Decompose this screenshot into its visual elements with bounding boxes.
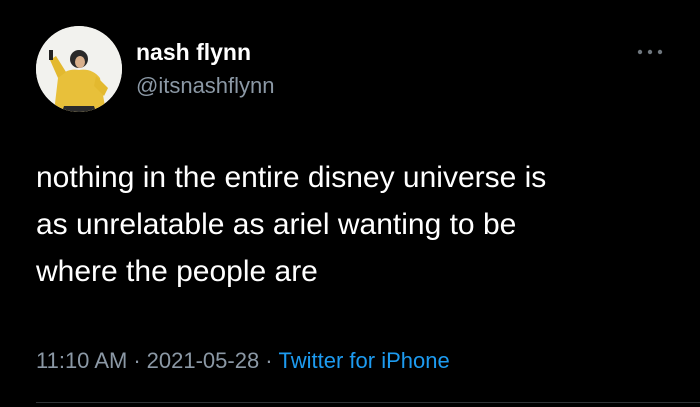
tweet-text-line: where the people are [36, 255, 318, 288]
tweet-text-line: nothing in the entire disney universe is [36, 161, 547, 194]
tweet-date[interactable]: 2021-05-28 [147, 348, 260, 373]
avatar[interactable] [36, 26, 122, 112]
tweet-text: nothing in the entire disney universe is… [36, 154, 676, 295]
tweet-card: nash flynn @itsnashflynn nothing in the … [0, 0, 700, 407]
user-handle[interactable]: @itsnashflynn [136, 72, 275, 100]
tweet-time[interactable]: 11:10 AM [36, 348, 127, 373]
more-options-button[interactable] [632, 40, 668, 64]
more-horizontal-icon [637, 49, 663, 55]
tweet-text-line: as unrelatable as ariel wanting to be [36, 208, 517, 241]
tweet-meta: 11:10 AM · 2021-05-28 · Twitter for iPhone [36, 346, 450, 376]
display-name[interactable]: nash flynn [136, 38, 251, 66]
tweet-source-link[interactable]: Twitter for iPhone [279, 348, 450, 373]
meta-separator: · [133, 348, 141, 373]
profile-photo-icon [36, 26, 122, 112]
meta-separator: · [265, 348, 273, 373]
divider [36, 402, 700, 403]
